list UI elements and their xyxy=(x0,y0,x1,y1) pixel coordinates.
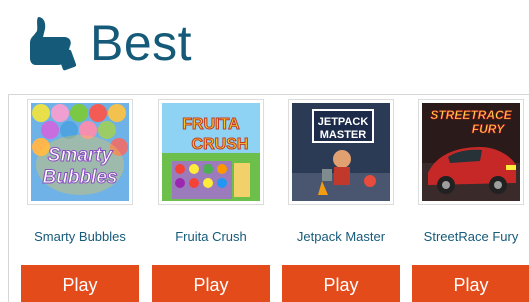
best-games-section: Best Smarty Bubbles Smarty Bubbles Play … xyxy=(0,0,529,302)
game-thumbnail[interactable]: Smarty Bubbles xyxy=(27,99,133,205)
play-button[interactable]: Play xyxy=(152,265,270,302)
play-button[interactable]: Play xyxy=(412,265,529,302)
game-thumbnail[interactable]: STREETRACE FURY xyxy=(418,99,524,205)
thumbs-up-icon xyxy=(30,17,76,71)
game-name[interactable]: Smarty Bubbles xyxy=(11,229,149,244)
game-name[interactable]: Fruita Crush xyxy=(142,229,280,244)
section-title: Best xyxy=(90,15,193,71)
game-thumbnail[interactable]: JETPACK MASTER xyxy=(288,99,394,205)
play-button[interactable]: Play xyxy=(21,265,139,302)
thumb-text: Bubbles xyxy=(43,167,118,188)
thumb-text: CRUSH xyxy=(192,136,249,153)
thumb-text: FURY xyxy=(472,122,505,136)
play-button[interactable]: Play xyxy=(282,265,400,302)
game-thumbnail[interactable]: FRUITA CRUSH xyxy=(158,99,264,205)
game-name[interactable]: StreetRace Fury xyxy=(402,229,529,244)
thumb-text: MASTER xyxy=(320,129,367,141)
section-header: Best xyxy=(24,6,192,80)
thumb-text: JETPACK xyxy=(318,116,369,128)
thumb-text: Smarty xyxy=(48,145,114,166)
thumb-text: FRUITA xyxy=(182,116,240,133)
games-panel: Smarty Bubbles Smarty Bubbles Play FRUIT… xyxy=(8,94,529,302)
game-name[interactable]: Jetpack Master xyxy=(272,229,410,244)
thumb-text: STREETRACE xyxy=(430,108,512,122)
